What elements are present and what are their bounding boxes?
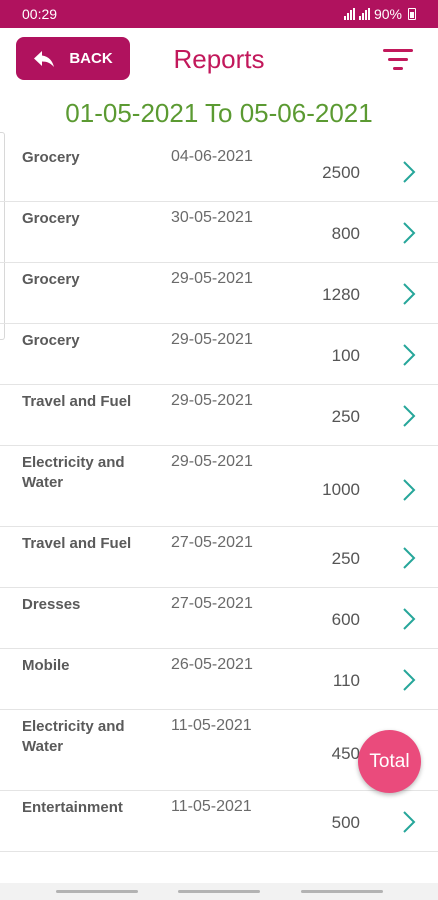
chevron-right-icon[interactable] (402, 343, 416, 367)
report-amount: 250 (331, 407, 360, 426)
report-amount: 100 (331, 346, 360, 365)
report-date: 11-05-2021 (171, 798, 252, 815)
report-row[interactable]: Grocery 04-06-2021 2500 (0, 141, 438, 202)
report-row[interactable]: Grocery 29-05-2021 1280 (0, 263, 438, 324)
report-date: 27-05-2021 (171, 595, 253, 612)
date-range: 01-05-2021 To 05-06-2021 (65, 98, 373, 128)
status-icons: 90% (343, 6, 416, 22)
report-date: 29-05-2021 (171, 392, 253, 409)
battery-icon (408, 8, 416, 20)
page-title: Reports (173, 44, 265, 74)
report-row[interactable]: Electricity and Water 29-05-2021 1000 (0, 446, 438, 527)
report-row[interactable]: Grocery 29-05-2021 100 (0, 324, 438, 385)
report-category: Dresses (22, 596, 81, 613)
status-time: 00:29 (22, 6, 58, 22)
report-category: Mobile (22, 657, 70, 674)
nav-back-button[interactable] (301, 890, 383, 893)
report-row[interactable]: Travel and Fuel 29-05-2021 250 (0, 385, 438, 446)
report-amount: 800 (331, 224, 360, 243)
chevron-right-icon[interactable] (402, 546, 416, 570)
battery-percent: 90% (373, 6, 402, 22)
report-amount: 250 (331, 549, 360, 568)
report-amount: 110 (332, 671, 360, 690)
report-date: 30-05-2021 (171, 209, 253, 226)
report-category: Travel and Fuel (22, 535, 132, 552)
report-amount: 500 (331, 813, 360, 832)
report-category: Entertainment (22, 799, 123, 816)
chevron-right-icon[interactable] (402, 478, 416, 502)
report-date: 27-05-2021 (171, 534, 253, 551)
report-date: 29-05-2021 (171, 453, 253, 470)
report-row[interactable]: Grocery 30-05-2021 800 (0, 202, 438, 263)
filter-icon (383, 49, 413, 52)
report-date: 11-05-2021 (171, 717, 252, 734)
report-amount: 1000 (322, 480, 360, 499)
report-amount: 450 (331, 744, 360, 763)
filter-button[interactable] (380, 44, 416, 76)
chevron-right-icon[interactable] (402, 668, 416, 692)
chevron-right-icon[interactable] (402, 160, 416, 184)
report-amount: 1280 (322, 285, 360, 304)
nav-recents-button[interactable] (56, 890, 138, 893)
nav-home-button[interactable] (178, 890, 260, 893)
signal-icon (343, 8, 355, 20)
status-bar: 00:29 90% (0, 0, 438, 28)
report-category: Grocery (22, 210, 80, 227)
report-date: 29-05-2021 (171, 331, 253, 348)
report-amount: 2500 (322, 163, 360, 182)
report-date: 04-06-2021 (171, 148, 253, 165)
report-category: Grocery (22, 149, 80, 166)
chevron-right-icon[interactable] (402, 810, 416, 834)
filter-icon-line (388, 58, 408, 61)
navigation-bar (0, 883, 438, 900)
report-category: Grocery (22, 271, 80, 288)
total-button[interactable]: Total (358, 730, 421, 793)
report-row[interactable]: Entertainment 11-05-2021 500 (0, 791, 438, 852)
chevron-right-icon[interactable] (402, 404, 416, 428)
report-row[interactable]: Travel and Fuel 27-05-2021 250 (0, 527, 438, 588)
filter-icon-line (393, 67, 403, 70)
chevron-right-icon[interactable] (402, 282, 416, 306)
report-date: 29-05-2021 (171, 270, 253, 287)
report-category: Travel and Fuel (22, 393, 132, 410)
report-amount: 600 (331, 610, 360, 629)
report-row[interactable]: Dresses 27-05-2021 600 (0, 588, 438, 649)
total-label: Total (369, 750, 410, 772)
report-category: Grocery (22, 332, 80, 349)
report-row[interactable]: Mobile 26-05-2021 110 (0, 649, 438, 710)
report-date: 26-05-2021 (171, 656, 253, 673)
chevron-right-icon[interactable] (402, 607, 416, 631)
report-category: Electricity and Water (22, 454, 125, 491)
report-category: Electricity and Water (22, 718, 125, 755)
signal-bars-icon (358, 8, 370, 20)
chevron-right-icon[interactable] (402, 221, 416, 245)
